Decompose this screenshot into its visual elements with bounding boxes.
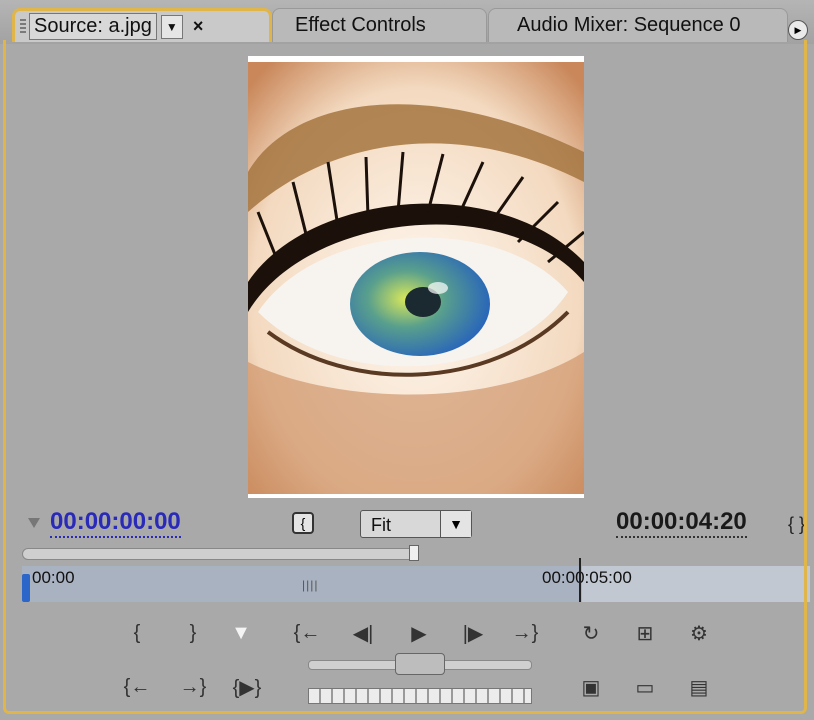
tab-effect-controls-label: Effect Controls <box>295 14 426 36</box>
tab-bar: Source: a.jpg ▼ × Effect Controls Audio … <box>0 0 814 44</box>
source-dropdown-button[interactable]: ▼ <box>160 14 183 39</box>
source-monitor-panel: Source: a.jpg ▼ × Effect Controls Audio … <box>0 0 814 720</box>
tab-source[interactable]: Source: a.jpg ▼ × <box>12 8 272 42</box>
tab-audio-mixer[interactable]: Audio Mixer: Sequence 0 <box>488 8 788 42</box>
panel-menu-icon[interactable]: ▶ <box>788 20 808 40</box>
tab-source-label: Source: a.jpg <box>29 13 157 40</box>
tab-audio-mixer-label: Audio Mixer: Sequence 0 <box>517 14 741 36</box>
close-icon[interactable]: × <box>193 16 204 37</box>
panel-active-border <box>3 40 807 714</box>
drag-grip-icon[interactable] <box>20 19 26 33</box>
tab-effect-controls[interactable]: Effect Controls <box>272 8 487 42</box>
